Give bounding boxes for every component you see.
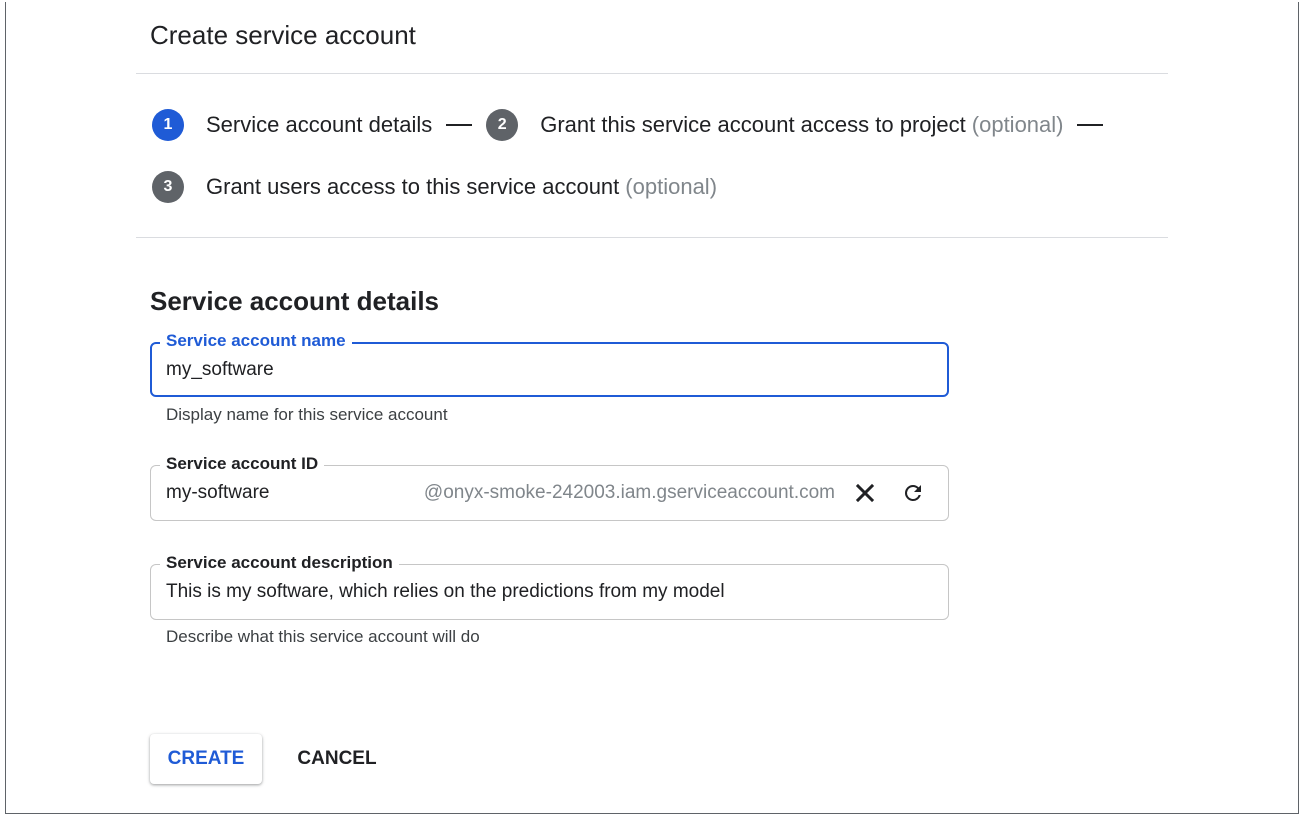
step-connector [446,124,473,126]
stepper-divider [136,237,1168,238]
step-3-number: 3 [152,171,184,203]
header-divider [136,73,1168,74]
service-account-id-label: Service account ID [160,454,325,474]
service-account-name-field[interactable]: Service account name my_software [150,331,949,397]
close-icon-glyph [855,483,875,503]
step-3-optional: (optional) [625,174,718,199]
service-account-id-input[interactable]: my-software [166,481,269,505]
service-account-description-field[interactable]: Service account description This is my s… [150,553,949,620]
service-account-name-helper: Display name for this service account [166,405,448,424]
refresh-icon[interactable] [898,478,928,508]
service-account-description-input[interactable]: This is my software, which relies on the… [166,580,725,604]
step-3-title: Grant users access to this service accou… [206,174,620,199]
service-account-id-domain-suffix: @onyx-smoke-242003.iam.gserviceaccount.c… [423,482,835,503]
step-3-label[interactable]: Grant users access to this service accou… [206,174,717,200]
section-title: Service account details [150,286,440,316]
service-account-description-label: Service account description [160,553,399,573]
service-account-name-input[interactable]: my_software [166,358,274,382]
service-account-name-label: Service account name [160,331,352,351]
cancel-button[interactable]: CANCEL [290,734,384,784]
create-button[interactable]: CREATE [150,734,262,784]
service-account-description-helper: Describe what this service account will … [166,627,480,646]
step-2-label[interactable]: Grant this service account access to pro… [540,112,1063,138]
step-1-label[interactable]: Service account details [206,112,432,138]
page-title: Create service account [150,20,416,50]
step-2-number: 2 [486,109,519,141]
refresh-icon-glyph [905,485,921,501]
close-icon[interactable] [850,478,880,508]
step-connector [1077,124,1104,126]
step-2-optional: (optional) [971,112,1064,137]
step-2-title: Grant this service account access to pro… [540,112,966,137]
stepper: 1 Service account details 2 Grant this s… [152,109,1117,141]
step-1-number: 1 [152,109,184,141]
stepper-row-2: 3 Grant users access to this service acc… [152,171,717,203]
service-account-id-field[interactable]: Service account ID my-software @onyx-smo… [150,454,949,521]
